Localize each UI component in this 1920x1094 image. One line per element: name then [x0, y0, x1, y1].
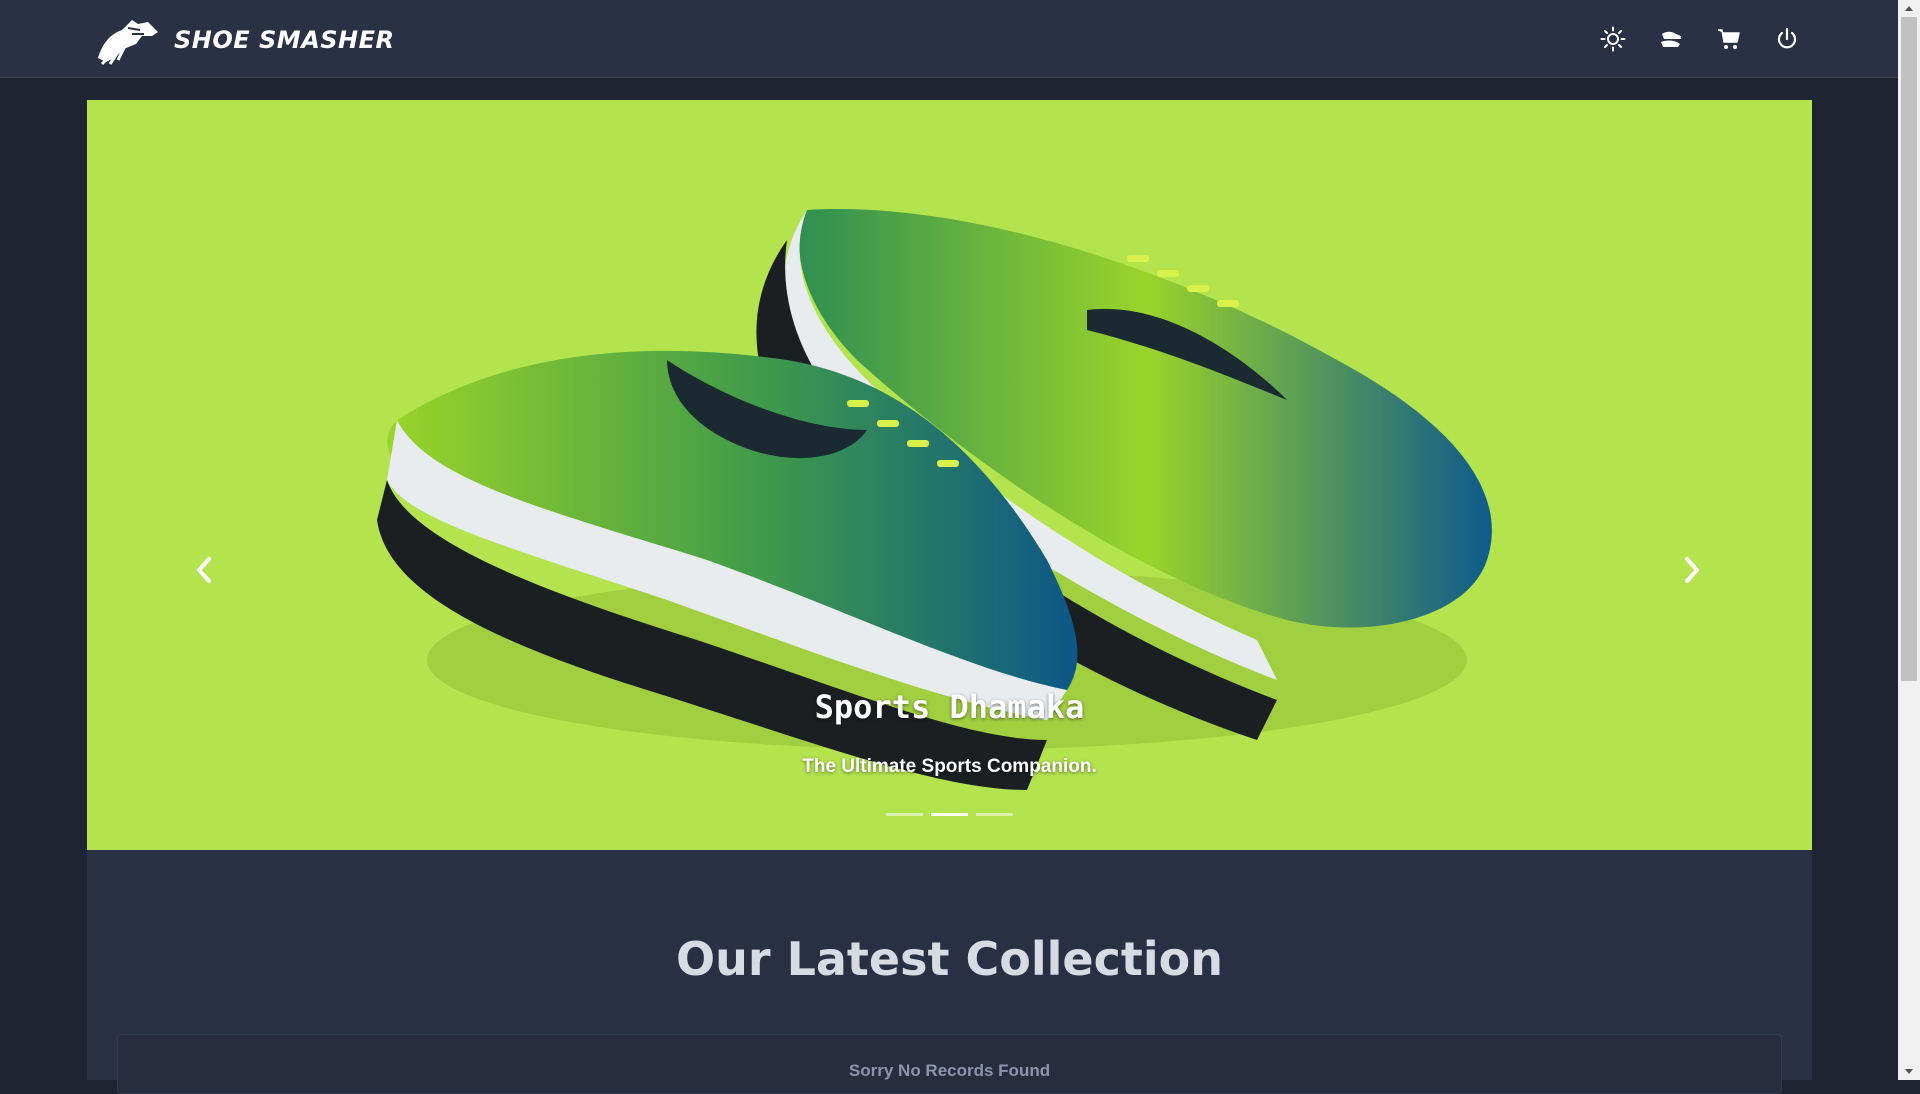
carousel-indicator-3[interactable] — [976, 813, 1013, 816]
cart-button[interactable] — [1714, 24, 1744, 54]
records-card: Sorry No Records Found — [117, 1034, 1782, 1094]
carousel-indicator-1[interactable] — [886, 813, 923, 816]
scrollbar[interactable] — [1898, 0, 1920, 1080]
cart-icon — [1718, 29, 1740, 49]
carousel-slide-image — [377, 209, 1492, 790]
slide-title: Sports Dhamaka — [814, 688, 1085, 726]
slide-subtitle: The Ultimate Sports Companion. — [802, 756, 1097, 777]
scroll-down-arrow[interactable] — [1898, 1063, 1920, 1080]
logout-button[interactable] — [1772, 24, 1802, 54]
carousel-indicator-2[interactable] — [931, 813, 968, 816]
sneaker-icon — [1661, 31, 1681, 47]
carousel-indicators — [87, 813, 1812, 816]
section-title: Our Latest Collection — [676, 932, 1223, 986]
empty-state-message: Sorry No Records Found — [848, 1061, 1051, 1080]
chevron-left-icon — [197, 557, 211, 583]
nav-icons — [1598, 24, 1802, 54]
theme-toggle-button[interactable] — [1598, 24, 1628, 54]
shoes-button[interactable] — [1656, 24, 1686, 54]
sun-icon — [1600, 26, 1626, 52]
carousel-prev-button[interactable] — [175, 540, 235, 600]
brand-name: SHOE SMASHER — [174, 26, 395, 54]
brand[interactable]: SHOE SMASHER — [92, 14, 395, 66]
carousel-next-button[interactable] — [1661, 540, 1721, 600]
chevron-right-icon — [1685, 557, 1699, 583]
brand-logo-icon — [98, 20, 158, 66]
hero-carousel: Sports Dhamaka The Ultimate Sports Compa… — [87, 100, 1812, 850]
collection-section: Our Latest Collection Sorry No Records F… — [87, 850, 1812, 1094]
power-icon — [1777, 27, 1797, 49]
navbar: SHOE SMASHER — [0, 0, 1898, 78]
scroll-up-arrow[interactable] — [1898, 0, 1920, 17]
scroll-thumb[interactable] — [1901, 17, 1917, 681]
